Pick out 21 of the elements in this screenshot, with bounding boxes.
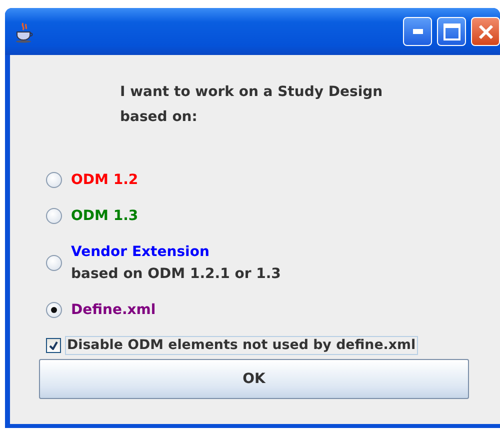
prompt-text: based on: [120,108,198,127]
option-label: ODM 1.3 [71,208,138,224]
option-label: Vendor Extension [71,244,210,260]
coffee-cup-icon [15,20,33,42]
checkbox-label: Disable ODM elements not used by define.xml [65,336,418,355]
prompt-text: I want to work on a Study Design [120,83,384,102]
close-icon [478,24,494,40]
minimize-icon [412,29,422,34]
maximize-icon [442,22,460,40]
radio-button[interactable] [46,172,62,188]
radio-button[interactable] [46,255,62,271]
checkbox[interactable] [46,338,61,353]
option-label: Define.xml [71,302,156,318]
radio-button[interactable] [46,302,62,318]
ok-button[interactable]: OK [39,359,469,399]
option-description: based on ODM 1.2.1 or 1.3 [71,266,281,282]
close-button[interactable] [471,17,500,46]
maximize-button[interactable] [437,17,466,46]
radio-button[interactable] [46,208,62,224]
minimize-button[interactable] [403,17,432,46]
option-label: ODM 1.2 [71,172,138,188]
